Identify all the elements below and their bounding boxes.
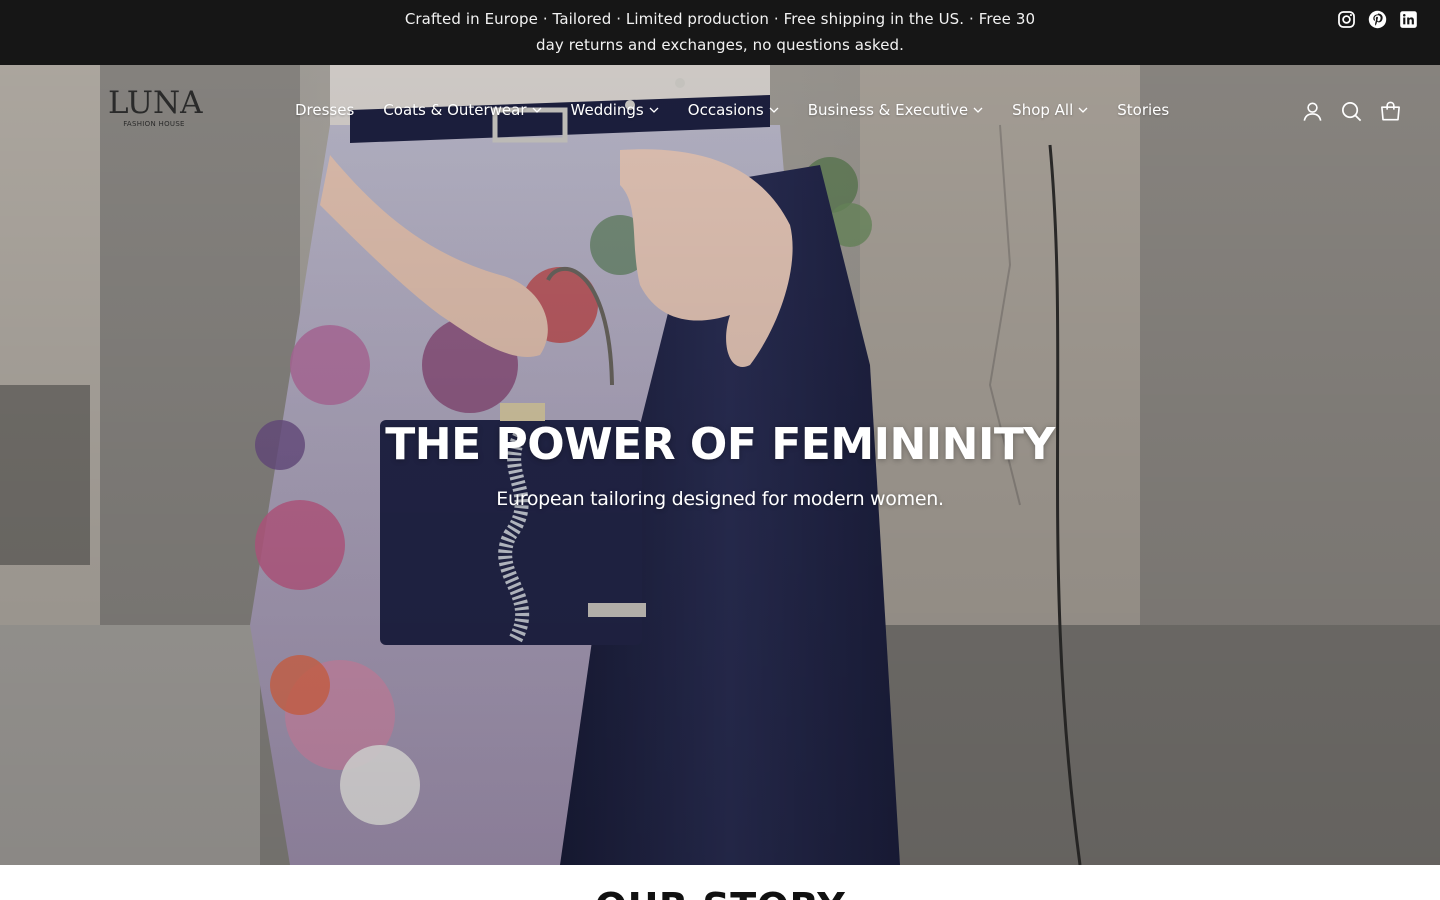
nav-item-label: Shop All: [1012, 101, 1074, 119]
hero-subtitle: European tailoring designed for modern w…: [496, 488, 944, 510]
nav-item-label: Weddings: [570, 101, 644, 119]
hero-banner: LUNA FASHION HOUSE Dresses Coats & Outer…: [0, 65, 1440, 865]
nav-item-coats-outerwear[interactable]: Coats & Outerwear: [383, 99, 541, 121]
account-icon[interactable]: [1301, 100, 1324, 123]
chevron-down-icon: [973, 107, 983, 113]
nav-item-label: Dresses: [295, 101, 355, 119]
chevron-down-icon: [649, 107, 659, 113]
main-nav: Dresses Coats & Outerwear Weddings Occas…: [295, 99, 1169, 121]
header-actions: [1301, 100, 1402, 123]
nav-item-dresses[interactable]: Dresses: [295, 99, 354, 121]
section-title: OUR STORY: [0, 885, 1440, 900]
chevron-down-icon: [769, 107, 779, 113]
nav-item-weddings[interactable]: Weddings: [571, 99, 659, 121]
nav-item-occasions[interactable]: Occasions: [688, 99, 779, 121]
chevron-down-icon: [1078, 107, 1088, 113]
nav-item-label: Occasions: [687, 101, 764, 119]
nav-item-business-executive[interactable]: Business & Executive: [808, 99, 983, 121]
nav-item-label: Coats & Outerwear: [383, 101, 527, 119]
cart-icon[interactable]: [1379, 100, 1402, 123]
social-links: [1337, 10, 1418, 29]
linkedin-icon[interactable]: [1399, 10, 1418, 29]
nav-item-shop-all[interactable]: Shop All: [1012, 99, 1088, 121]
pinterest-icon[interactable]: [1368, 10, 1387, 29]
announcement-text: Crafted in Europe · Tailored · Limited p…: [404, 10, 1036, 54]
nav-item-label: Stories: [1117, 101, 1170, 119]
hero-title: THE POWER OF FEMININITY: [385, 419, 1055, 470]
chevron-down-icon: [532, 107, 541, 113]
nav-item-label: Business & Executive: [807, 101, 969, 119]
announcement-bar: Crafted in Europe · Tailored · Limited p…: [0, 0, 1440, 65]
logo-wordmark: LUNA: [108, 85, 203, 121]
brand-logo[interactable]: LUNA FASHION HOUSE: [108, 85, 203, 129]
our-story-section: OUR STORY: [0, 865, 1440, 900]
instagram-icon[interactable]: [1337, 10, 1356, 29]
search-icon[interactable]: [1340, 100, 1363, 123]
nav-item-stories[interactable]: Stories: [1117, 99, 1169, 121]
